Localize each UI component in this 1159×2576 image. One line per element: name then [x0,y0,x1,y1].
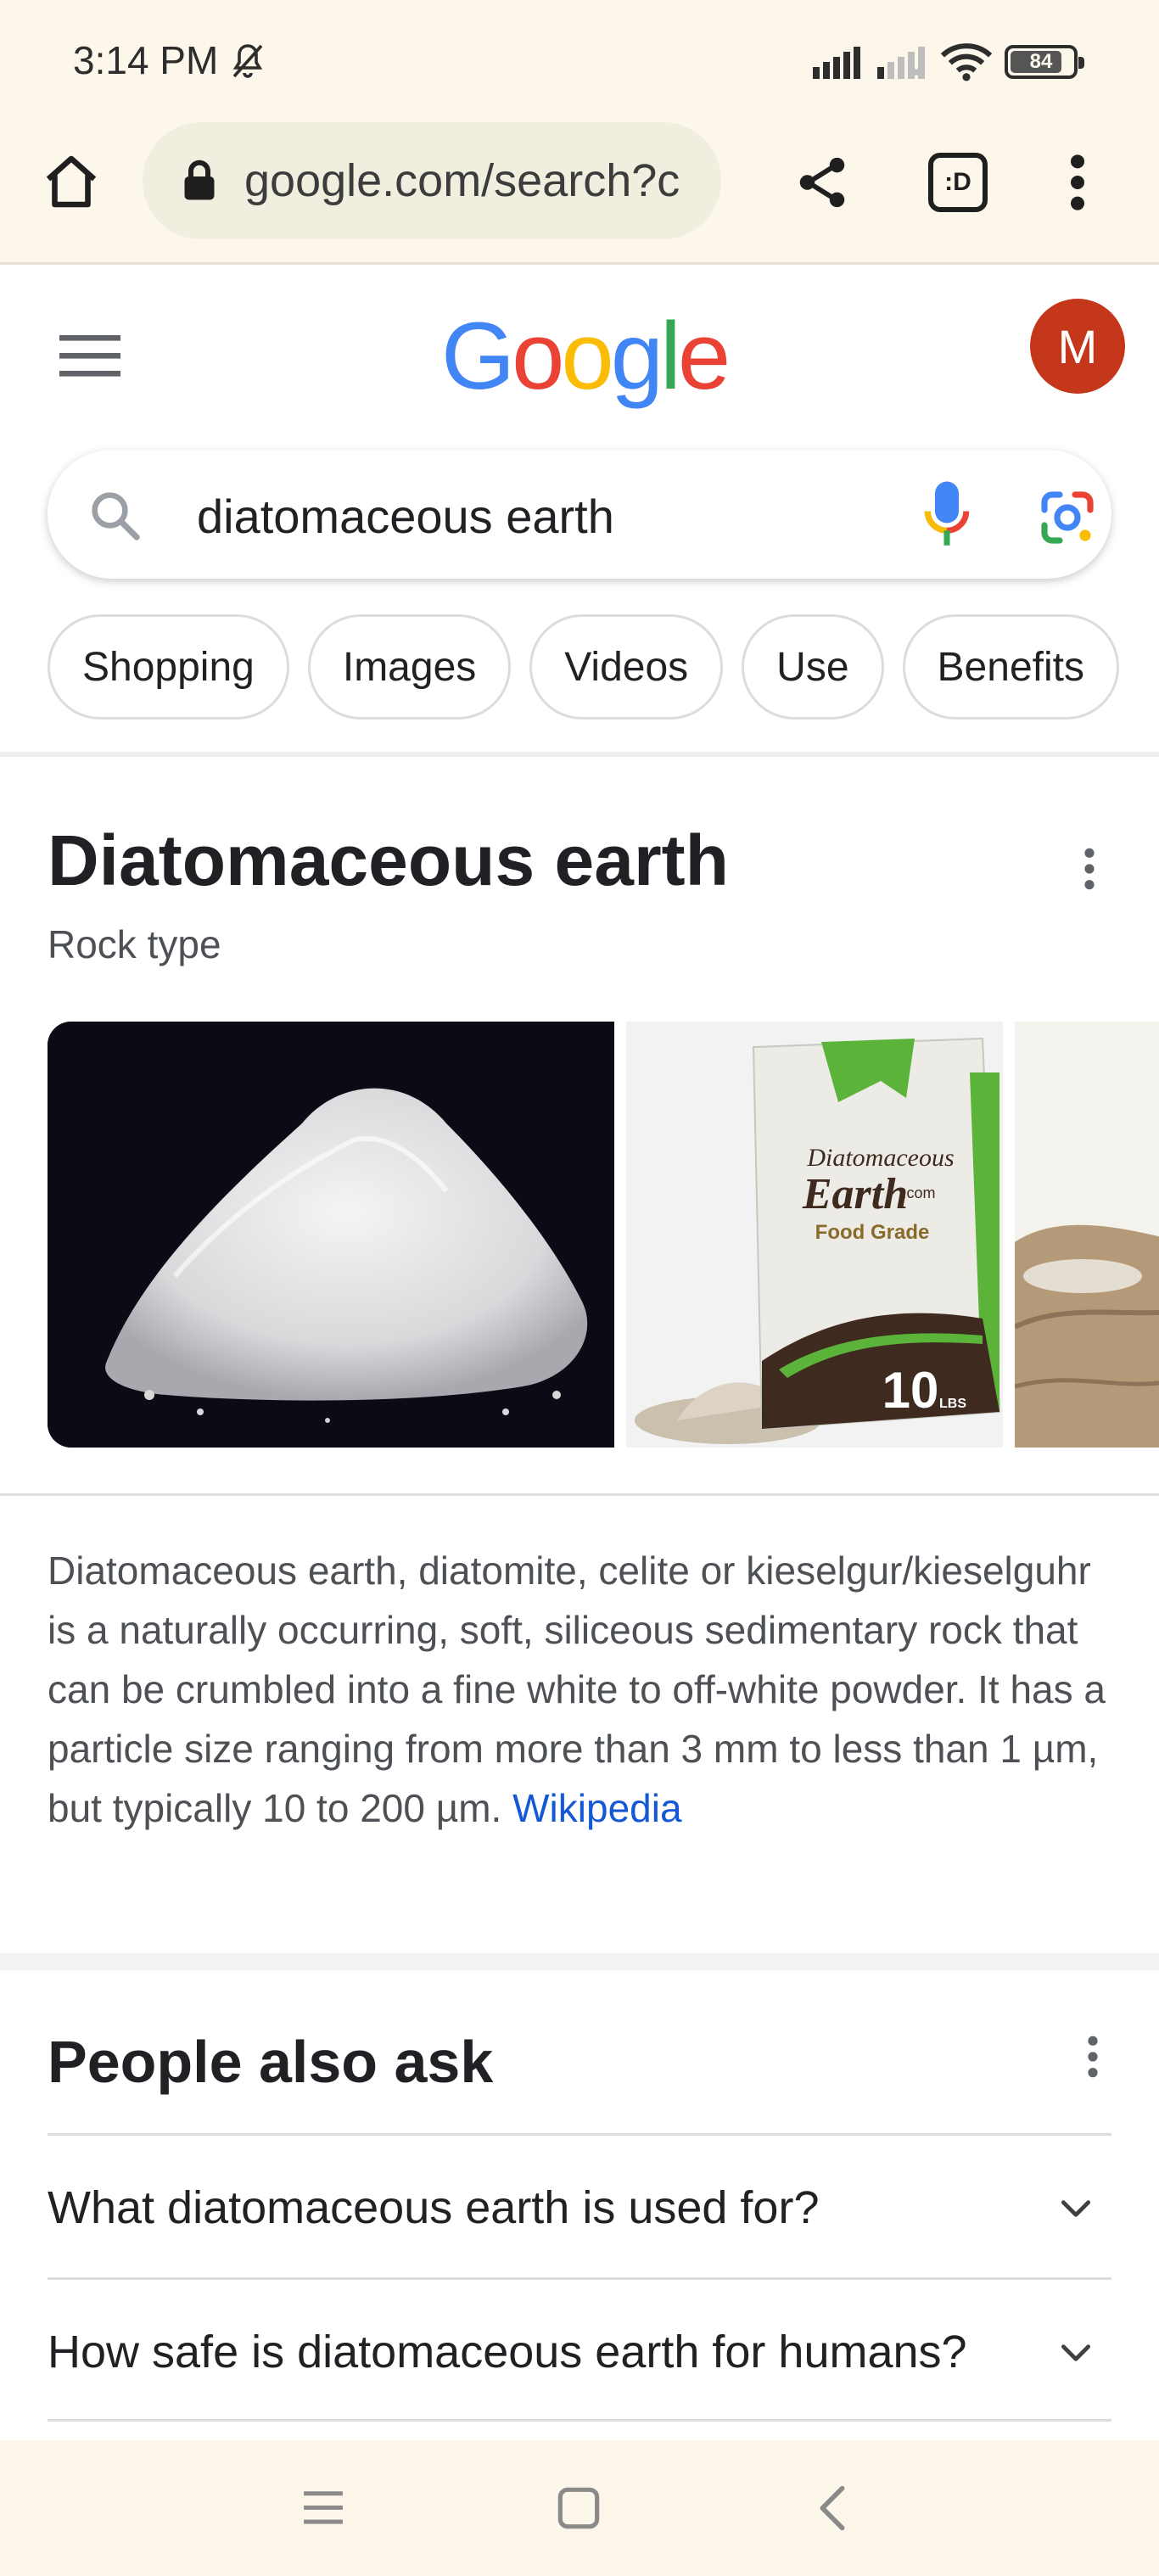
logo-letter: e [677,303,731,409]
lock-icon [184,160,215,200]
paa-question[interactable]: How safe is diatomaceous earth for human… [48,2277,1111,2422]
chevron-down-icon [1061,2344,1091,2361]
people-also-ask-list: What diatomaceous earth is used for? How… [48,2133,1111,2422]
tab-switcher-label: :D [944,168,971,196]
bell-off-icon [232,44,263,78]
product-bag-image[interactable]: Diatomaceous Earth .com Food Grade 10 LB… [626,1022,1003,1448]
bag-brand-text-2: Earth [802,1170,908,1218]
knowledge-panel-description: Diatomaceous earth, diatomite, celite or… [48,1541,1113,1838]
tab-switcher-icon[interactable]: :D [928,153,988,212]
logo-letter: o [561,303,613,409]
address-bar[interactable]: google.com/search?c [143,122,721,239]
bag-weight-text: 10 [882,1362,939,1419]
more-vert-icon[interactable] [1061,151,1095,214]
home-icon[interactable] [41,151,102,212]
chip-videos[interactable]: Videos [529,614,724,720]
recents-icon[interactable] [302,2488,344,2527]
google-header: Google M [0,266,1159,436]
signal-icon [813,47,860,79]
chip-shopping[interactable]: Shopping [48,614,289,720]
section-divider [0,1953,1159,1970]
bag-brand-suffix: .com [902,1184,935,1201]
chip-use[interactable]: Use [742,614,884,720]
more-vert-icon[interactable] [1078,845,1101,893]
wikipedia-link[interactable]: Wikipedia [512,1786,681,1830]
battery-icon: 84 [1005,45,1084,79]
status-bar: 3:14 PM 84 [0,0,1159,119]
logo-letter: l [660,303,681,409]
status-time: 3:14 PM [73,38,219,82]
bag-weight-unit: LBS [939,1397,966,1411]
lens-icon[interactable] [1037,487,1098,548]
logo-letter: g [610,303,663,409]
mic-icon[interactable] [921,479,972,550]
powder-pile-image[interactable] [48,1022,614,1448]
divider [0,752,1159,757]
search-input[interactable]: diatomaceous earth [197,489,614,544]
search-icon [92,492,140,540]
menu-icon[interactable] [59,333,120,378]
url-text: google.com/search?c [244,155,680,206]
bag-grade-text: Food Grade [815,1221,930,1244]
knowledge-panel-title: Diatomaceous earth [48,820,729,900]
battery-percentage: 84 [1029,50,1053,73]
search-chips: Shopping Images Videos Use Benefits [48,614,1159,721]
chip-images[interactable]: Images [307,614,512,720]
paa-question-text: What diatomaceous earth is used for? [48,2182,820,2233]
status-icons: 84 [811,41,1084,83]
knowledge-panel-images: Diatomaceous Earth .com Food Grade 10 LB… [48,1022,1159,1448]
wifi-icon [940,43,993,81]
people-also-ask-title: People also ask [48,2029,494,2095]
home-square-icon[interactable] [557,2486,601,2530]
logo-letter: o [512,303,564,409]
google-logo[interactable]: Google [441,303,731,409]
paa-question-text: How safe is diatomaceous earth for human… [48,2327,967,2377]
bag-brand-text: Diatomaceous [806,1144,954,1172]
system-nav-bar [0,2440,1159,2576]
knowledge-panel-subtitle: Rock type [48,922,221,966]
signal-weak-icon [877,47,925,79]
back-icon[interactable] [818,2484,847,2532]
more-vert-icon[interactable] [1081,2033,1105,2080]
search-box[interactable]: diatomaceous earth [48,450,1111,579]
avatar-letter: M [1057,319,1098,373]
share-icon[interactable] [792,153,852,212]
bag-on-wood-image[interactable] [1015,1022,1159,1448]
logo-letter: G [441,303,515,409]
divider [0,1493,1159,1496]
paa-question[interactable]: What diatomaceous earth is used for? [48,2133,1111,2277]
avatar[interactable]: M [1030,299,1125,394]
browser-toolbar: google.com/search?c :D [0,119,1159,265]
chip-benefits[interactable]: Benefits [902,614,1119,720]
chevron-down-icon [1061,2200,1091,2217]
